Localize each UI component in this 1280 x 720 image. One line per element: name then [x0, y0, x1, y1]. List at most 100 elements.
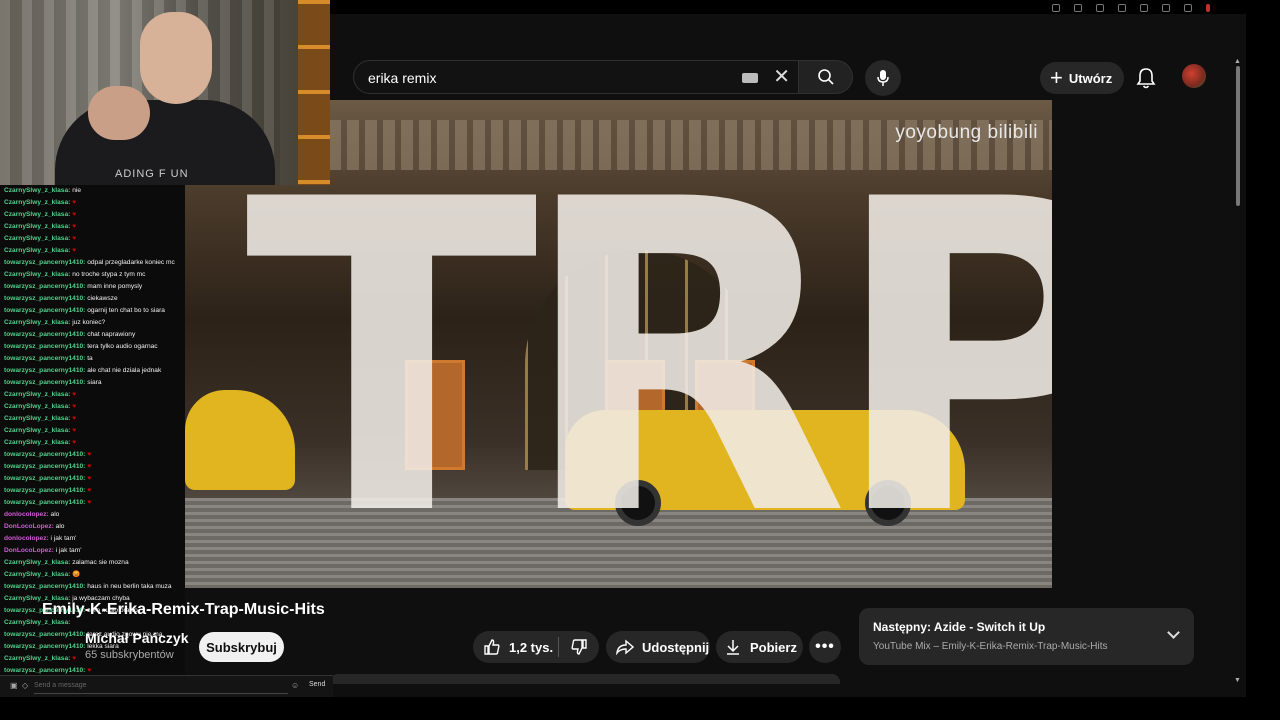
- toolbar-icon[interactable]: [1052, 4, 1060, 12]
- chat-username[interactable]: towarzysz_pancerny1410:: [4, 583, 85, 590]
- chat-message-text: alo: [50, 511, 60, 518]
- chat-username[interactable]: donlocolopez:: [4, 511, 49, 518]
- chat-message: towarzysz_pancerny1410: siara: [0, 377, 185, 389]
- chat-username[interactable]: CzarnySlwy_z_klasa:: [4, 271, 70, 278]
- chat-username[interactable]: CzarnySlwy_z_klasa:: [4, 211, 70, 218]
- thumbs-down-icon: [571, 639, 587, 655]
- chat-message: towarzysz_pancerny1410: ♥: [0, 485, 185, 497]
- bottom-strip: [0, 697, 1280, 720]
- chat-username[interactable]: CzarnySlwy_z_klasa:: [4, 619, 70, 626]
- chat-username[interactable]: towarzysz_pancerny1410:: [4, 343, 85, 350]
- chat-username[interactable]: towarzysz_pancerny1410:: [4, 307, 85, 314]
- webcam-shirt-text: ADING F UN: [115, 168, 189, 180]
- chat-username[interactable]: towarzysz_pancerny1410:: [4, 379, 85, 386]
- clear-search-icon[interactable]: ✕: [773, 66, 790, 88]
- chat-username[interactable]: towarzysz_pancerny1410:: [4, 463, 85, 470]
- chat-username[interactable]: towarzysz_pancerny1410:: [4, 331, 85, 338]
- notifications-bell-icon[interactable]: [1136, 66, 1156, 90]
- chat-username[interactable]: CzarnySlwy_z_klasa:: [4, 571, 70, 578]
- chat-username[interactable]: towarzysz_pancerny1410:: [4, 259, 85, 266]
- emoji-icon[interactable]: ☺: [291, 681, 299, 690]
- chat-username[interactable]: CzarnySlwy_z_klasa:: [4, 415, 70, 422]
- voice-search-button[interactable]: [865, 60, 901, 96]
- chat-username[interactable]: towarzysz_pancerny1410:: [4, 283, 85, 290]
- chat-message: towarzysz_pancerny1410: ale chat nie dzi…: [0, 365, 185, 377]
- chat-username[interactable]: towarzysz_pancerny1410:: [4, 355, 85, 362]
- chat-username[interactable]: CzarnySlwy_z_klasa:: [4, 655, 70, 662]
- chat-message: CzarnySlwy_z_klasa: nie: [0, 185, 185, 197]
- toolbar-icon[interactable]: [1096, 4, 1104, 12]
- chat-message: CzarnySlwy_z_klasa: ♥: [0, 209, 185, 221]
- create-button[interactable]: + Utwórz: [1040, 62, 1124, 94]
- chat-username[interactable]: towarzysz_pancerny1410:: [4, 631, 85, 638]
- search-input[interactable]: erika remix: [368, 70, 436, 86]
- channel-name[interactable]: Michał Pańczyk: [85, 630, 189, 646]
- chevron-icon[interactable]: ◇: [22, 681, 28, 690]
- chat-message-input[interactable]: Send a message: [34, 679, 288, 694]
- share-button[interactable]: Udostępnij: [606, 631, 710, 663]
- toolbar-icon[interactable]: [1140, 4, 1148, 12]
- dislike-button[interactable]: [559, 638, 599, 656]
- chat-username[interactable]: DonLocoLopez:: [4, 523, 54, 530]
- scroll-thumb[interactable]: [1236, 66, 1240, 206]
- chat-message-text: chat naprawiony: [87, 331, 136, 338]
- chat-message: towarzysz_pancerny1410: ♥: [0, 449, 185, 461]
- chat-message-text: ♥: [72, 223, 77, 230]
- chat-username[interactable]: towarzysz_pancerny1410:: [4, 475, 85, 482]
- chat-username[interactable]: towarzysz_pancerny1410:: [4, 499, 85, 506]
- chat-username[interactable]: CzarnySlwy_z_klasa:: [4, 403, 70, 410]
- subscribe-button[interactable]: Subskrybuj: [199, 632, 284, 662]
- chat-username[interactable]: towarzysz_pancerny1410:: [4, 667, 85, 674]
- chat-username[interactable]: CzarnySlwy_z_klasa:: [4, 247, 70, 254]
- chat-message: CzarnySlwy_z_klasa: zalamac sie mozna: [0, 557, 185, 569]
- chat-message-text: i jak tam': [55, 547, 82, 554]
- chat-username[interactable]: CzarnySlwy_z_klasa:: [4, 391, 70, 398]
- toolbar-icon[interactable]: [1118, 4, 1126, 12]
- chat-username[interactable]: CzarnySlwy_z_klasa:: [4, 187, 70, 194]
- keyboard-icon[interactable]: [742, 73, 758, 83]
- scroll-down-arrow-icon[interactable]: ▼: [1234, 677, 1241, 684]
- scroll-up-arrow-icon[interactable]: ▲: [1234, 58, 1241, 65]
- chat-message: CzarnySlwy_z_klasa: ♥: [0, 245, 185, 257]
- chat-username[interactable]: CzarnySlwy_z_klasa:: [4, 319, 70, 326]
- chat-username[interactable]: towarzysz_pancerny1410:: [4, 295, 85, 302]
- more-actions-button[interactable]: •••: [809, 631, 841, 663]
- chat-username[interactable]: CzarnySlwy_z_klasa:: [4, 223, 70, 230]
- description-box[interactable]: [330, 674, 840, 684]
- chat-username[interactable]: CzarnySlwy_z_klasa:: [4, 427, 70, 434]
- next-video-playlist: YouTube Mix – Emily-K-Erika-Remix-Trap-M…: [873, 641, 1108, 652]
- search-button[interactable]: [799, 60, 853, 94]
- chat-message: CzarnySlwy_z_klasa: ♥: [0, 437, 185, 449]
- chat-username[interactable]: towarzysz_pancerny1410:: [4, 643, 85, 650]
- chat-username[interactable]: CzarnySlwy_z_klasa:: [4, 439, 70, 446]
- toolbar-icon[interactable]: [1162, 4, 1170, 12]
- chat-message-text: ogarnij ten chat bo to siara: [87, 307, 165, 314]
- chat-username[interactable]: CzarnySlwy_z_klasa:: [4, 559, 70, 566]
- video-overlay-text: TRP: [245, 110, 1052, 588]
- chat-message: CzarnySlwy_z_klasa: 😡: [0, 569, 185, 581]
- chat-message: towarzysz_pancerny1410: chat naprawiony: [0, 329, 185, 341]
- chevron-down-icon[interactable]: [1167, 626, 1180, 639]
- chat-username[interactable]: towarzysz_pancerny1410:: [4, 487, 85, 494]
- chat-username[interactable]: CzarnySlwy_z_klasa:: [4, 199, 70, 206]
- download-button[interactable]: Pobierz: [716, 631, 803, 663]
- chat-message-text: nie: [72, 187, 81, 194]
- page-scrollbar[interactable]: ▲ ▼: [1234, 58, 1242, 684]
- chat-username[interactable]: CzarnySlwy_z_klasa:: [4, 235, 70, 242]
- chat-username[interactable]: DonLocoLopez:: [4, 547, 54, 554]
- chat-settings-icon[interactable]: ▣: [10, 681, 18, 690]
- next-video-card[interactable]: Następny: Azide - Switch it Up YouTube M…: [859, 608, 1194, 665]
- chat-message-text: ♥: [72, 427, 77, 434]
- chat-username[interactable]: towarzysz_pancerny1410:: [4, 451, 85, 458]
- webcam-shelf: [298, 0, 330, 185]
- chat-message: CzarnySlwy_z_klasa: ♥: [0, 221, 185, 233]
- chat-username[interactable]: towarzysz_pancerny1410:: [4, 367, 85, 374]
- toolbar-icon[interactable]: [1074, 4, 1082, 12]
- chat-send-button[interactable]: Send: [309, 681, 325, 688]
- next-video-title: Następny: Azide - Switch it Up: [873, 620, 1045, 634]
- search-box[interactable]: erika remix ✕: [353, 60, 799, 94]
- like-button[interactable]: 1,2 tys.: [473, 637, 559, 657]
- account-avatar[interactable]: [1182, 64, 1206, 88]
- chat-username[interactable]: donlocolopez:: [4, 535, 49, 542]
- toolbar-icon[interactable]: [1184, 4, 1192, 12]
